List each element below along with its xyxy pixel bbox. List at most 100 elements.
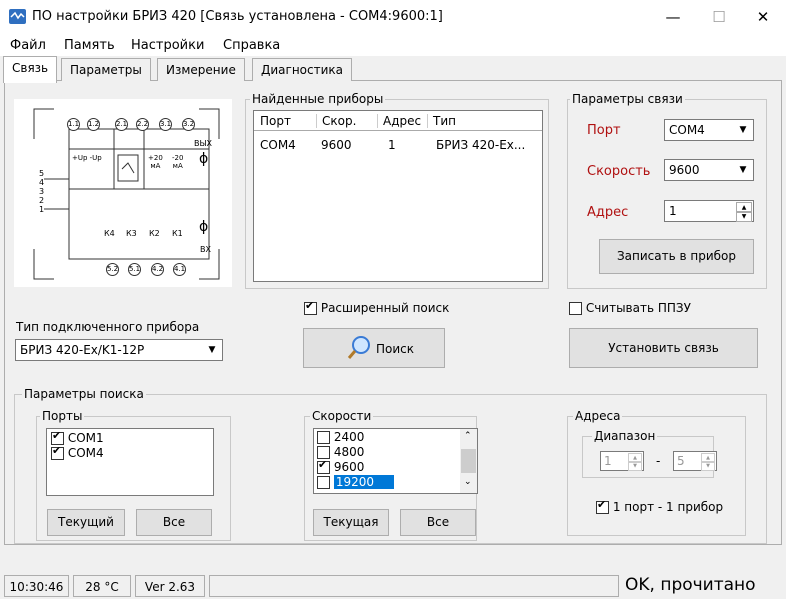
checkbox-unchecked-icon[interactable] xyxy=(317,476,330,489)
terminal-4-2: 4.2 xyxy=(151,263,164,276)
range-from-spinner[interactable]: 1 ▲ ▼ xyxy=(600,451,644,471)
spinner-down-icon[interactable]: ▼ xyxy=(628,461,642,471)
address-spinner[interactable]: 1 ▲ ▼ xyxy=(664,200,754,222)
menu-help[interactable]: Справка xyxy=(223,38,280,53)
maximize-button[interactable]: ☐ xyxy=(696,2,742,34)
spinner-down-icon[interactable]: ▼ xyxy=(701,461,715,471)
speeds-list[interactable]: 2400 4800 9600 19200 ⌃ ⌄ xyxy=(313,428,478,494)
row-address[interactable]: 1 xyxy=(388,138,396,152)
tab-parameters[interactable]: Параметры xyxy=(61,58,151,81)
search-params-label: Параметры поиска xyxy=(22,387,146,401)
speed-select[interactable]: 9600 ▼ xyxy=(664,159,754,181)
speeds-label: Скорости xyxy=(310,409,374,423)
list-item[interactable]: 2400 xyxy=(317,430,364,444)
write-to-device-button[interactable]: Записать в прибор xyxy=(599,239,754,274)
checkbox-checked-icon[interactable] xyxy=(317,458,330,474)
checkbox-checked-icon[interactable] xyxy=(51,444,64,460)
relay-k4-label: К4 xyxy=(104,229,115,238)
status-progress xyxy=(209,575,619,597)
tab-diagnostics[interactable]: Диагностика xyxy=(252,58,353,81)
status-message: OK, прочитано xyxy=(625,575,756,595)
checkbox-unchecked-icon[interactable] xyxy=(317,431,330,444)
menu-bar xyxy=(0,36,786,56)
found-devices-list[interactable]: Порт Скор. Адрес Тип COM4 9600 1 БРИЗ 42… xyxy=(253,110,543,282)
read-ppzu-checkbox[interactable]: Считывать ППЗУ xyxy=(569,301,691,315)
ports-current-button[interactable]: Текущий xyxy=(47,509,125,536)
app-icon xyxy=(9,9,26,24)
chevron-down-icon[interactable]: ⌄ xyxy=(464,477,472,487)
chevron-up-icon[interactable]: ⌃ xyxy=(464,431,472,441)
scrollbar[interactable]: ⌃ ⌄ xyxy=(460,429,477,493)
terminal-2-1: 2.1 xyxy=(115,118,128,131)
input-label: ВХ xyxy=(200,245,211,254)
port-select[interactable]: COM4 ▼ xyxy=(664,119,754,141)
chevron-down-icon[interactable]: ▼ xyxy=(204,342,220,358)
checkbox-unchecked-icon[interactable] xyxy=(569,302,582,315)
relay-k3-label: К3 xyxy=(126,229,137,238)
tab-measurement[interactable]: Измерение xyxy=(157,58,245,81)
status-time: 10:30:46 xyxy=(4,575,69,597)
output-label: ВЫХ xyxy=(194,139,213,148)
row-speed[interactable]: 9600 xyxy=(321,138,352,152)
output-symbol-icon: ϕ xyxy=(199,151,209,167)
checkbox-checked-icon[interactable] xyxy=(596,498,609,514)
speeds-current-button[interactable]: Текущая xyxy=(313,509,389,536)
terminal-1-2: 1.2 xyxy=(87,118,100,131)
chevron-down-icon[interactable]: ▼ xyxy=(735,122,751,138)
col-type[interactable]: Тип xyxy=(427,114,456,128)
col-port[interactable]: Порт xyxy=(260,114,291,128)
chevron-down-icon[interactable]: ▼ xyxy=(735,162,751,178)
power-label: +Up -Up xyxy=(72,154,102,162)
addresses-label: Адреса xyxy=(573,409,623,423)
device-type-select[interactable]: БРИЗ 420-Ex/K1-12P ▼ xyxy=(15,339,223,361)
status-temperature: 28 °C xyxy=(73,575,131,597)
row-port[interactable]: COM4 xyxy=(260,138,296,152)
device-diagram: 1.1 1.2 2.1 2.2 3.1 3.2 5.2 5.1 4.2 4.1 … xyxy=(14,99,232,287)
minimize-button[interactable]: — xyxy=(650,2,696,34)
menu-memory[interactable]: Память xyxy=(64,38,115,53)
scrollbar-thumb[interactable] xyxy=(461,449,476,473)
input-symbol-icon: ϕ xyxy=(199,219,209,235)
menu-settings[interactable]: Настройки xyxy=(131,38,204,53)
ma-plus-label: +20 мА xyxy=(148,154,163,170)
tab-connection[interactable]: Связь xyxy=(3,56,58,83)
terminal-2-2: 2.2 xyxy=(136,118,149,131)
terminal-3-2: 3.2 xyxy=(182,118,195,131)
status-version: Ver 2.63 xyxy=(135,575,205,597)
terminal-3-1: 3.1 xyxy=(159,118,172,131)
address-label: Адрес xyxy=(587,205,629,220)
list-item[interactable]: 4800 xyxy=(317,445,364,459)
extended-search-checkbox[interactable]: Расширенный поиск xyxy=(304,299,449,315)
magnifier-icon xyxy=(347,336,370,359)
device-type-label: Тип подключенного прибора xyxy=(16,320,200,334)
list-item[interactable]: COM1 xyxy=(51,429,104,445)
terminal-5-2: 5.2 xyxy=(106,263,119,276)
connection-params-label: Параметры связи xyxy=(570,92,685,106)
ma-minus-label: -20 мА xyxy=(172,154,184,170)
row-type[interactable]: БРИЗ 420-Ex... xyxy=(436,138,525,152)
ports-list[interactable]: COM1 COM4 xyxy=(46,428,214,496)
terminal-4-1: 4.1 xyxy=(173,263,186,276)
found-devices-label: Найденные приборы xyxy=(250,92,386,106)
range-to-spinner[interactable]: 5 ▲ ▼ xyxy=(673,451,717,471)
ports-label: Порты xyxy=(40,409,85,423)
window-title: ПО настройки БРИЗ 420 [Связь установлена… xyxy=(32,9,443,24)
speed-label: Скорость xyxy=(587,164,651,179)
spinner-down-icon[interactable]: ▼ xyxy=(736,211,752,222)
relay-k2-label: К2 xyxy=(149,229,160,238)
speeds-all-button[interactable]: Все xyxy=(400,509,476,536)
col-address[interactable]: Адрес xyxy=(377,114,421,128)
checkbox-checked-icon[interactable] xyxy=(304,299,317,315)
relay-k1-label: К1 xyxy=(172,229,183,238)
col-speed[interactable]: Скор. xyxy=(316,114,356,128)
ports-all-button[interactable]: Все xyxy=(136,509,212,536)
one-port-one-device-checkbox[interactable]: 1 порт - 1 прибор xyxy=(596,498,723,514)
search-button[interactable]: Поиск xyxy=(303,328,445,368)
range-label: Диапазон xyxy=(592,429,658,443)
list-item-selected[interactable]: 19200 xyxy=(317,475,395,489)
connect-button[interactable]: Установить связь xyxy=(569,328,758,368)
menu-file[interactable]: Файл xyxy=(10,38,46,53)
list-item[interactable]: COM4 xyxy=(51,444,104,460)
list-item[interactable]: 9600 xyxy=(317,458,364,474)
close-button[interactable]: ✕ xyxy=(740,2,786,34)
